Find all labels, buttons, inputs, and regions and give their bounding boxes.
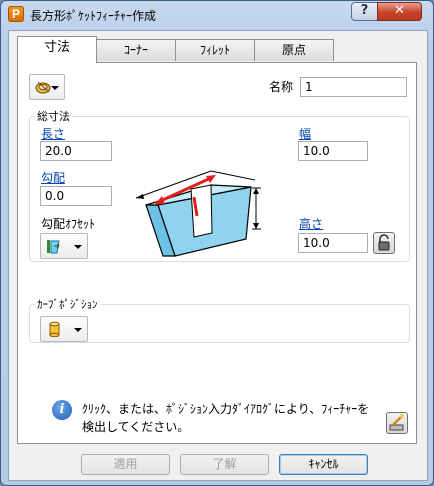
cancel-button[interactable]: ｷｬﾝｾﾙ xyxy=(279,454,368,475)
app-logo-icon: P xyxy=(8,6,24,22)
draft-offset-icon xyxy=(47,240,60,254)
dialog-body: 寸法 ｺｰﾅｰ ﾌｨﾚｯﾄ 原点 名称 1 総寸法 長さ 20.0 勾配 0.0 xyxy=(8,30,428,481)
chevron-down-icon xyxy=(51,86,59,90)
draft-field[interactable]: 0.0 xyxy=(40,186,112,206)
height-field[interactable]: 10.0 xyxy=(298,233,368,253)
lock-icon xyxy=(378,234,390,251)
ok-button[interactable]: 了解 xyxy=(180,454,269,475)
apply-button[interactable]: 適用 xyxy=(81,454,170,475)
dialog-window: P 長方形ﾎﾟｹｯﾄﾌｨｰﾁｬｰ作成 ? ✕ 寸法 ｺｰﾅｰ ﾌｨﾚｯﾄ 原点 … xyxy=(0,0,434,486)
wizard-button[interactable] xyxy=(386,412,408,434)
length-field[interactable]: 20.0 xyxy=(40,141,112,161)
height-link[interactable]: 高さ xyxy=(299,215,323,232)
name-field[interactable]: 1 xyxy=(300,77,407,97)
height-lock-button[interactable] xyxy=(373,232,395,254)
curve-position-title: ｶｰﾌﾞﾎﾟｼﾞｼｮﾝ xyxy=(35,296,100,312)
draft-offset-dropdown[interactable] xyxy=(40,233,88,259)
info-icon: i xyxy=(52,400,72,420)
overall-dimensions-title: 総寸法 xyxy=(35,108,72,124)
window-title: 長方形ﾎﾟｹｯﾄﾌｨｰﾁｬｰ作成 xyxy=(30,9,157,23)
tab-dimensions[interactable]: 寸法 xyxy=(17,36,97,63)
cylinder-icon xyxy=(49,321,60,337)
pocket-feature-icon xyxy=(35,81,51,94)
tab-origin[interactable]: 原点 xyxy=(254,39,334,61)
width-field[interactable]: 10.0 xyxy=(298,141,368,161)
title-bar[interactable]: P 長方形ﾎﾟｹｯﾄﾌｨｰﾁｬｰ作成 ? ✕ xyxy=(1,1,433,29)
name-label: 名称 xyxy=(269,80,294,94)
help-button[interactable]: ? xyxy=(351,2,378,21)
draft-link[interactable]: 勾配 xyxy=(41,169,65,186)
curve-position-dropdown[interactable] xyxy=(40,316,88,342)
close-button[interactable]: ✕ xyxy=(377,2,422,21)
info-message-line2: 検出してください。 xyxy=(82,420,190,434)
feature-type-dropdown[interactable] xyxy=(29,74,65,100)
width-link[interactable]: 幅 xyxy=(299,125,311,142)
pocket-diagram xyxy=(135,170,261,257)
chevron-down-icon xyxy=(74,328,82,332)
tab-fillet[interactable]: ﾌｨﾚｯﾄ xyxy=(175,39,255,61)
chevron-down-icon xyxy=(74,245,82,249)
info-message-line1: ｸﾘｯｸ、または、ﾎﾟｼﾞｼｮﾝ入力ﾀﾞｲｱﾛｸﾞにより、ﾌｨｰﾁｬｰを xyxy=(82,402,370,416)
tab-corner[interactable]: ｺｰﾅｰ xyxy=(96,39,176,61)
tab-panel-dimensions: 名称 1 総寸法 長さ 20.0 勾配 0.0 勾配ｵﾌｾｯﾄ 幅 10.0 高… xyxy=(17,62,417,444)
wizard-icon xyxy=(389,414,404,431)
length-link[interactable]: 長さ xyxy=(41,125,65,142)
draft-offset-label: 勾配ｵﾌｾｯﾄ xyxy=(41,217,96,231)
